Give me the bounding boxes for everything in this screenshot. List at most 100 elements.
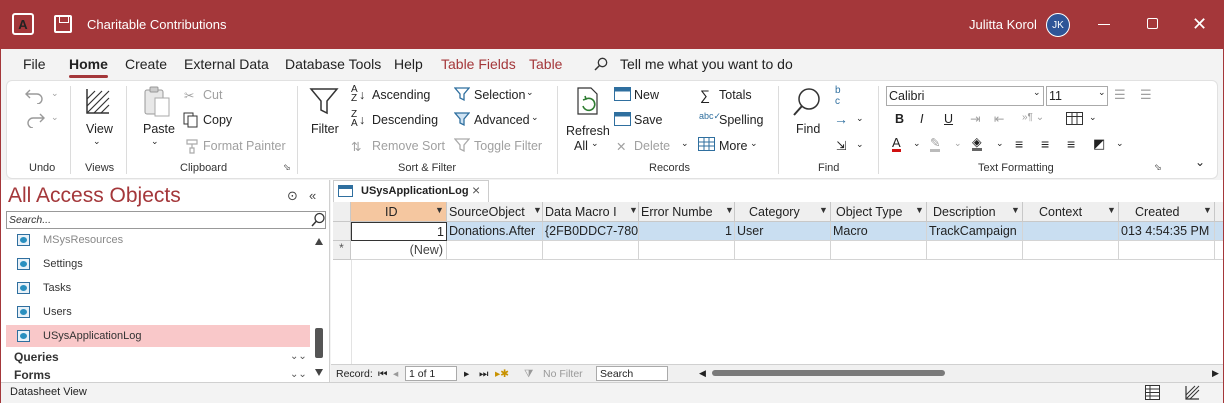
font-size-dropdown-icon[interactable]: ⌄	[1098, 87, 1106, 98]
goto-icon[interactable]: →	[834, 111, 848, 127]
next-record-icon[interactable]: ▸	[464, 368, 469, 380]
column-header-object-type[interactable]: Object Type ▼	[831, 202, 927, 222]
cell-id-new[interactable]: (New)	[351, 241, 447, 260]
redo-icon[interactable]	[24, 110, 46, 128]
column-header-created[interactable]: Created ▼	[1119, 202, 1215, 222]
increase-indent-icon[interactable]: ⇥	[970, 111, 980, 126]
paste-button[interactable]: Paste	[143, 122, 175, 136]
nav-item-msysresources[interactable]: MSysResources	[6, 229, 310, 251]
find-icon[interactable]	[792, 86, 824, 118]
new-record-marker[interactable]: *	[333, 241, 351, 260]
column-dropdown-icon[interactable]: ▼	[819, 205, 828, 215]
alternate-row-color-icon[interactable]: ◩	[1093, 136, 1105, 152]
find-button[interactable]: Find	[796, 122, 820, 136]
nav-item-usysapplicationlog[interactable]: USysApplicationLog	[6, 325, 310, 347]
paste-dropdown-icon[interactable]: ⌄	[151, 136, 159, 147]
tab-table-fields[interactable]: Table Fields	[441, 56, 516, 72]
toggle-filter-button[interactable]: Toggle Filter	[474, 139, 542, 153]
advanced-button[interactable]: Advanced	[474, 113, 530, 127]
nav-item-tasks[interactable]: Tasks	[6, 277, 310, 299]
cell-object-type[interactable]: Macro	[831, 222, 927, 241]
font-dropdown-icon[interactable]: ⌄	[1033, 87, 1041, 98]
delete-dropdown-icon[interactable]: ⌄	[681, 138, 689, 149]
refresh-button[interactable]: Refresh	[566, 124, 610, 138]
maximize-button[interactable]	[1147, 18, 1158, 29]
cell-data-macro[interactable]: {2FB0DDC7-780	[543, 222, 639, 241]
scroll-left-icon[interactable]: ◀	[699, 368, 706, 379]
column-header-id[interactable]: ID ▼	[351, 202, 447, 222]
nav-pane-title[interactable]: All Access Objects	[8, 184, 181, 208]
delete-button[interactable]: Delete	[634, 139, 670, 153]
close-button[interactable]: ✕	[1192, 14, 1207, 35]
first-record-icon[interactable]: ⏮	[378, 368, 387, 381]
avatar[interactable]: JK	[1046, 13, 1070, 37]
horizontal-scrollbar-thumb[interactable]	[712, 370, 945, 376]
nav-section-queries[interactable]: Queries	[14, 350, 59, 364]
column-dropdown-icon[interactable]: ▼	[1011, 205, 1020, 215]
paragraph-direction-icon[interactable]: »¶ ⌄	[1022, 112, 1044, 123]
bullets-icon[interactable]: ☰	[1114, 87, 1126, 103]
column-dropdown-icon[interactable]: ▼	[1203, 205, 1212, 215]
ascending-button[interactable]: Ascending	[372, 88, 430, 102]
column-dropdown-icon[interactable]: ▼	[435, 205, 444, 215]
remove-sort-button[interactable]: Remove Sort	[372, 139, 445, 153]
highlight-dropdown-icon[interactable]: ⌄	[954, 138, 962, 149]
column-header-context[interactable]: Context ▼	[1023, 202, 1119, 222]
chevron-down-icon[interactable]: ⌄⌄	[290, 351, 307, 362]
underline-button[interactable]: U	[944, 112, 953, 126]
refresh-icon[interactable]	[573, 86, 603, 118]
previous-record-icon[interactable]: ◂	[393, 368, 398, 380]
background-color-dropdown-icon[interactable]: ⌄	[996, 138, 1004, 149]
advanced-dropdown-icon[interactable]: ⌄	[531, 112, 539, 123]
select-icon[interactable]: ⇲	[836, 138, 846, 153]
tab-database-tools[interactable]: Database Tools	[285, 56, 381, 72]
nav-item-settings[interactable]: Settings	[6, 253, 310, 275]
column-dropdown-icon[interactable]: ▼	[629, 205, 638, 215]
column-header-error-number[interactable]: Error Numbe ▼	[639, 202, 735, 222]
cell-context[interactable]	[1023, 222, 1119, 241]
column-header-data-macro[interactable]: Data Macro I ▼	[543, 202, 639, 222]
user-name[interactable]: Julitta Korol	[969, 17, 1037, 32]
nav-menu-icon[interactable]: ⊙	[287, 188, 298, 204]
descending-button[interactable]: Descending	[372, 113, 438, 127]
column-header-description[interactable]: Description ▼	[927, 202, 1023, 222]
gridlines-icon[interactable]	[1066, 112, 1083, 125]
column-dropdown-icon[interactable]: ▼	[533, 205, 542, 215]
refresh-dropdown-icon[interactable]: ⌄	[591, 138, 599, 149]
dialog-launcher-icon[interactable]: ⬂	[283, 162, 291, 173]
highlight-icon[interactable]: ✎	[930, 137, 941, 152]
tab-external-data[interactable]: External Data	[184, 56, 269, 72]
cell-empty[interactable]	[927, 241, 1023, 260]
tab-file[interactable]: File	[23, 56, 46, 72]
view-icon[interactable]	[84, 86, 112, 116]
alternate-row-dropdown-icon[interactable]: ⌄	[1116, 138, 1124, 149]
cell-description[interactable]: TrackCampaign	[927, 222, 1023, 241]
nav-search-input[interactable]	[6, 211, 326, 229]
minimize-button[interactable]	[1098, 24, 1110, 25]
filter-button[interactable]: Filter	[311, 122, 339, 136]
cell-created[interactable]: 013 4:54:35 PM	[1119, 222, 1215, 241]
datasheet-view-icon[interactable]	[1145, 385, 1160, 400]
close-tab-icon[interactable]: ×	[472, 182, 480, 198]
more-dropdown-icon[interactable]: ⌄	[750, 138, 758, 149]
view-button[interactable]: View	[86, 122, 113, 136]
selection-button[interactable]: Selection	[474, 88, 525, 102]
gridlines-dropdown-icon[interactable]: ⌄	[1089, 112, 1097, 123]
bold-button[interactable]: B	[895, 112, 904, 126]
access-app-icon[interactable]: A	[12, 13, 34, 35]
scroll-right-icon[interactable]: ▶	[1212, 368, 1219, 379]
cell-empty[interactable]	[543, 241, 639, 260]
align-right-icon[interactable]: ≡	[1067, 136, 1075, 152]
spelling-button[interactable]: Spelling	[719, 113, 763, 127]
totals-button[interactable]: Totals	[719, 88, 752, 102]
redo-dropdown-icon[interactable]: ⌄	[51, 112, 59, 123]
column-header-sourceobject[interactable]: SourceObject ▼	[447, 202, 543, 222]
chevron-down-icon[interactable]: ⌄⌄	[290, 369, 307, 380]
tab-create[interactable]: Create	[125, 56, 167, 72]
italic-button[interactable]: I	[920, 112, 923, 126]
cell-id[interactable]: 1	[351, 222, 447, 241]
tab-home[interactable]: Home	[69, 56, 108, 78]
column-dropdown-icon[interactable]: ▼	[915, 205, 924, 215]
cell-empty[interactable]	[1023, 241, 1119, 260]
view-dropdown-icon[interactable]: ⌄	[93, 136, 101, 147]
